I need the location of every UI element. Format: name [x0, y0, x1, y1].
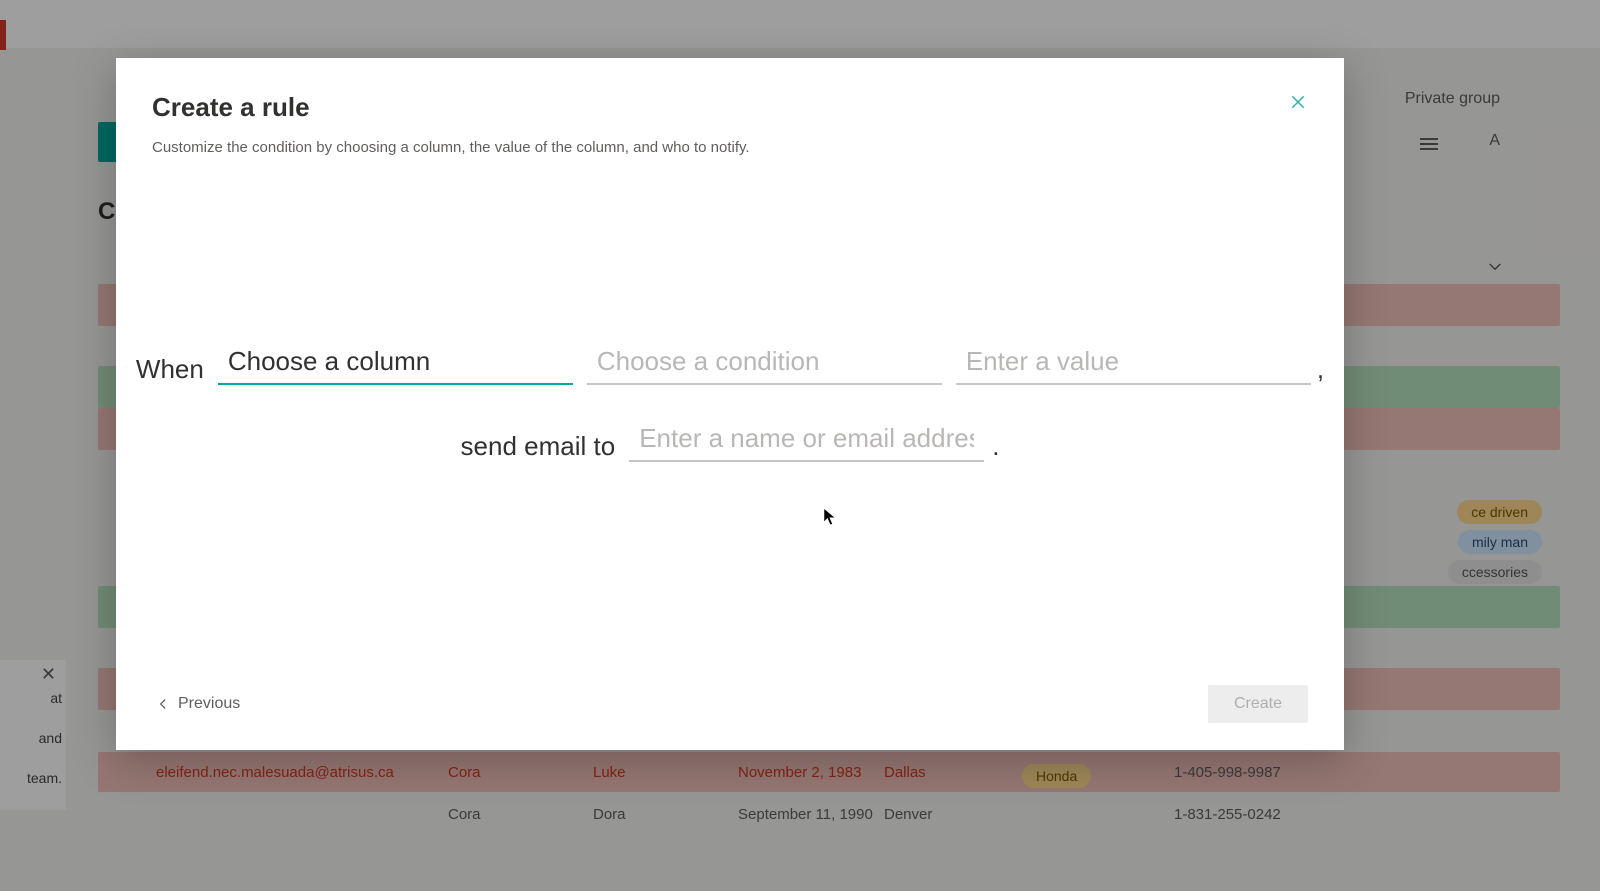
condition-picker[interactable] [587, 344, 942, 385]
dialog-subtitle: Customize the condition by choosing a co… [152, 139, 1308, 156]
value-input[interactable] [956, 344, 1311, 385]
close-button[interactable] [1282, 86, 1314, 118]
sentence-when: When [136, 354, 204, 385]
dialog-header: Create a rule Customize the condition by… [116, 58, 1344, 166]
sentence-send-to: send email to [461, 431, 616, 462]
column-picker[interactable] [218, 344, 573, 385]
sentence-period: . [992, 431, 999, 462]
dialog-footer: Previous Create [116, 680, 1344, 750]
rule-condition-sentence: When , [136, 344, 1324, 385]
previous-button[interactable]: Previous [152, 689, 244, 719]
create-button[interactable]: Create [1208, 685, 1308, 723]
dialog-title: Create a rule [152, 92, 1308, 123]
chevron-left-icon [156, 697, 170, 711]
previous-button-label: Previous [178, 695, 240, 713]
rule-action-sentence: send email to . [461, 421, 1000, 462]
sentence-comma: , [1317, 354, 1324, 385]
create-rule-dialog: Create a rule Customize the condition by… [116, 58, 1344, 750]
recipient-input[interactable] [629, 421, 984, 462]
dialog-body: When , send email to . [116, 166, 1344, 680]
close-icon [1289, 93, 1307, 111]
